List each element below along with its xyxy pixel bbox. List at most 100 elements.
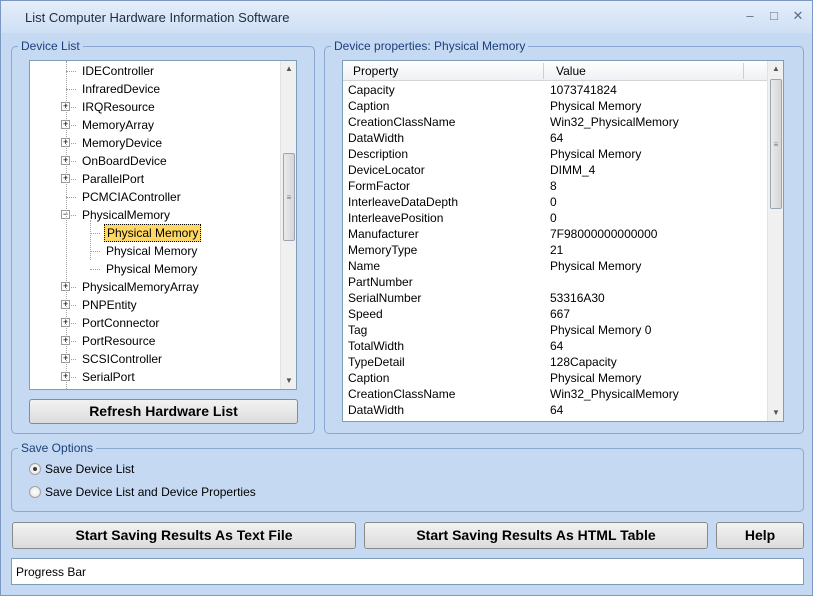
column-separator[interactable]	[743, 63, 744, 79]
device-tree[interactable]: IDEController InfraredDevice + IRQResource +…	[29, 60, 297, 390]
property-row[interactable]: DataWidth 64	[343, 130, 767, 146]
save-html-table-button[interactable]: Start Saving Results As HTML Table	[364, 522, 708, 549]
properties-scrollbar[interactable]: ▲ ≡ ▼	[767, 61, 783, 421]
tree-item-label[interactable]: PortResource	[80, 332, 157, 350]
property-row[interactable]: Speed 667	[343, 306, 767, 322]
tree-item[interactable]: PCMCIAController	[30, 188, 278, 206]
property-value: 128Capacity	[550, 355, 617, 369]
tree-item[interactable]: Physical Memory	[30, 242, 278, 260]
property-value: 1073741824	[550, 83, 617, 97]
tree-item-label[interactable]: IDEController	[80, 62, 156, 80]
tree-item[interactable]: − PhysicalMemory	[30, 206, 278, 224]
property-row[interactable]: Description Physical Memory	[343, 146, 767, 162]
property-row[interactable]: Caption Physical Memory	[343, 370, 767, 386]
property-name: Speed	[348, 307, 383, 321]
property-row[interactable]: Manufacturer 7F98000000000000	[343, 226, 767, 242]
tree-item-label[interactable]: PortConnector	[80, 314, 161, 332]
scroll-thumb[interactable]: ≡	[283, 153, 295, 241]
tree-item-label[interactable]: SCSIController	[80, 350, 164, 368]
tree-item-label[interactable]: Physical Memory	[104, 224, 202, 242]
scroll-thumb[interactable]: ≡	[770, 79, 782, 209]
close-button[interactable]: ✕	[789, 7, 807, 25]
device-tree-scrollbar[interactable]: ▲ ≡ ▼	[280, 61, 296, 389]
property-row[interactable]: Capacity 1073741824	[343, 82, 767, 98]
column-separator[interactable]	[543, 63, 544, 79]
property-row[interactable]: Caption Physical Memory	[343, 98, 767, 114]
tree-item[interactable]: + IRQResource	[30, 98, 278, 116]
refresh-hardware-button[interactable]: Refresh Hardware List	[29, 399, 298, 424]
tree-item[interactable]: Physical Memory	[30, 260, 278, 278]
tree-item[interactable]: InfraredDevice	[30, 80, 278, 98]
property-row[interactable]: TypeDetail 128Capacity	[343, 354, 767, 370]
tree-item[interactable]: + PhysicalMemoryArray	[30, 278, 278, 296]
save-options-title: Save Options	[18, 441, 97, 455]
tree-item-label[interactable]: PCMCIAController	[80, 188, 183, 206]
radio-label-save-device-list[interactable]: Save Device List	[45, 462, 134, 476]
tree-item-label[interactable]: MemoryArray	[80, 116, 156, 134]
tree-item[interactable]: Physical Memory	[30, 224, 278, 242]
column-header-property[interactable]: Property	[353, 61, 398, 81]
tree-item-label[interactable]: Physical Memory	[104, 260, 199, 278]
tree-item-label[interactable]: PNPEntity	[80, 296, 139, 314]
column-header-value[interactable]: Value	[556, 61, 586, 81]
property-name: CreationClassName	[348, 387, 456, 401]
tree-item-label[interactable]: SerialPort	[80, 368, 137, 386]
tree-item[interactable]: + PortResource	[30, 332, 278, 350]
property-row[interactable]: InterleavePosition 0	[343, 210, 767, 226]
tree-item-label[interactable]: MemoryDevice	[80, 134, 164, 152]
scroll-up-icon[interactable]: ▲	[768, 61, 783, 77]
minimize-button[interactable]: –	[741, 7, 759, 25]
tree-item[interactable]: + PNPEntity	[30, 296, 278, 314]
property-name: Manufacturer	[348, 227, 419, 241]
tree-connector	[66, 71, 76, 72]
tree-item-label[interactable]: OnBoardDevice	[80, 152, 169, 170]
tree-item-label[interactable]: Physical Memory	[104, 242, 199, 260]
property-row[interactable]: InterleaveDataDepth 0	[343, 194, 767, 210]
help-button[interactable]: Help	[716, 522, 804, 549]
property-row[interactable]: PartNumber	[343, 274, 767, 290]
tree-item[interactable]: IDEController	[30, 62, 278, 80]
radio-save-device-properties[interactable]	[29, 486, 41, 498]
property-value: 0	[550, 195, 557, 209]
property-row[interactable]: TotalWidth 64	[343, 338, 767, 354]
save-text-file-button[interactable]: Start Saving Results As Text File	[12, 522, 356, 549]
property-row[interactable]: Tag Physical Memory 0	[343, 322, 767, 338]
tree-item-label[interactable]: InfraredDevice	[80, 80, 162, 98]
property-row[interactable]: DataWidth 64	[343, 402, 767, 418]
properties-list[interactable]: Property Value Capacity 1073741824 Caption…	[342, 60, 784, 422]
tree-connector	[90, 233, 100, 234]
tree-item[interactable]: + ParallelPort	[30, 170, 278, 188]
property-row[interactable]: MemoryType 21	[343, 242, 767, 258]
property-row[interactable]: SerialNumber 53316A30	[343, 290, 767, 306]
save-options-group: Save Options	[11, 441, 804, 512]
tree-item[interactable]: + MemoryDevice	[30, 134, 278, 152]
tree-item[interactable]: + MemoryArray	[30, 116, 278, 134]
title-bar[interactable]: List Computer Hardware Information Softw…	[1, 1, 812, 33]
tree-connector	[90, 251, 100, 252]
property-row[interactable]: Name Physical Memory	[343, 258, 767, 274]
radio-save-device-list[interactable]	[29, 463, 41, 475]
property-row[interactable]: CreationClassName Win32_PhysicalMemory	[343, 386, 767, 402]
property-name: TotalWidth	[348, 339, 405, 353]
scroll-down-icon[interactable]: ▼	[768, 405, 783, 421]
tree-item-label[interactable]: PhysicalMemoryArray	[80, 278, 201, 296]
tree-item[interactable]: + SerialPort	[30, 368, 278, 386]
property-value: 8	[550, 179, 557, 193]
tree-item-label[interactable]: IRQResource	[80, 98, 157, 116]
tree-item[interactable]: + PortConnector	[30, 314, 278, 332]
tree-item-label[interactable]: PhysicalMemory	[80, 206, 172, 224]
scroll-down-icon[interactable]: ▼	[281, 373, 296, 389]
property-value: 667	[550, 307, 571, 321]
property-value: Physical Memory	[550, 99, 642, 113]
tree-item[interactable]: + OnBoardDevice	[30, 152, 278, 170]
property-name: Description	[348, 147, 409, 161]
radio-label-save-device-properties[interactable]: Save Device List and Device Properties	[45, 485, 256, 499]
property-row[interactable]: FormFactor 8	[343, 178, 767, 194]
tree-item[interactable]: + SCSIController	[30, 350, 278, 368]
property-row[interactable]: CreationClassName Win32_PhysicalMemory	[343, 114, 767, 130]
scroll-up-icon[interactable]: ▲	[281, 61, 296, 77]
property-row[interactable]: DeviceLocator DIMM_4	[343, 162, 767, 178]
tree-item-label[interactable]: ParallelPort	[80, 170, 146, 188]
maximize-button[interactable]: □	[765, 7, 783, 25]
properties-header: Property Value	[343, 61, 767, 81]
